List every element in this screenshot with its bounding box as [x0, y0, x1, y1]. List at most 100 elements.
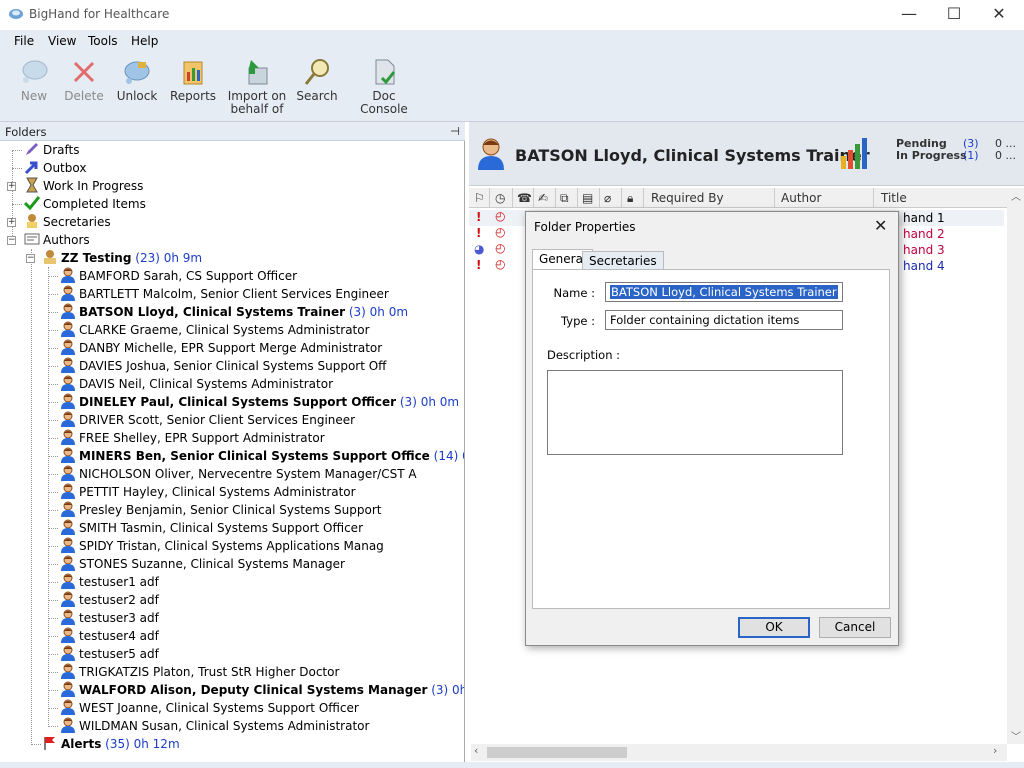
- scroll-left-icon[interactable]: ‹: [474, 744, 478, 757]
- maximize-button[interactable]: ☐: [931, 0, 977, 30]
- scroll-up-icon[interactable]: ︿: [1011, 188, 1021, 203]
- pin-icon[interactable]: ⊣: [450, 124, 460, 138]
- menu-file[interactable]: File: [14, 34, 34, 48]
- horizontal-scrollbar[interactable]: ‹ ›: [471, 744, 1007, 761]
- lock-column-icon[interactable]: 🔒︎: [627, 191, 633, 206]
- list-item-title[interactable]: hand 3: [903, 243, 945, 257]
- flag-column-icon[interactable]: ⚐: [474, 191, 485, 205]
- author-item[interactable]: SMITH Tasmin, Clinical Systems Support O…: [48, 519, 363, 537]
- doc-console-icon: [375, 59, 396, 85]
- author-name-label: DANBY Michelle, EPR Support Merge Admini…: [79, 341, 383, 355]
- statistics-chart-icon[interactable]: [839, 136, 871, 170]
- collapse-authors-icon[interactable]: −: [7, 236, 16, 245]
- folder-outbox[interactable]: Outbox: [24, 159, 86, 177]
- author-item[interactable]: WILDMAN Susan, Clinical Systems Administ…: [48, 717, 369, 735]
- close-window-button[interactable]: ✕: [976, 0, 1022, 30]
- author-item[interactable]: DAVIS Neil, Clinical Systems Administrat…: [48, 375, 333, 393]
- clipboard-column-icon[interactable]: ▤: [582, 191, 593, 205]
- person-icon: [61, 681, 75, 697]
- author-column[interactable]: Author: [781, 191, 821, 205]
- list-item-title[interactable]: hand 2: [903, 227, 945, 241]
- menu-help[interactable]: Help: [131, 34, 158, 48]
- in-progress-time: 0 ...: [995, 149, 1016, 162]
- cancel-button[interactable]: Cancel: [819, 617, 891, 638]
- new-button[interactable]: New: [14, 56, 54, 103]
- author-item[interactable]: DINELEY Paul, Clinical Systems Support O…: [48, 393, 459, 411]
- timer-column-icon[interactable]: ◷: [495, 191, 505, 205]
- author-item[interactable]: MINERS Ben, Senior Clinical Systems Supp…: [48, 447, 464, 465]
- search-button[interactable]: Search: [296, 56, 338, 103]
- author-name-label: WEST Joanne, Clinical Systems Support Of…: [79, 701, 359, 715]
- folder-secretaries[interactable]: Secretaries: [24, 213, 111, 231]
- folder-alerts[interactable]: Alerts (35) 0h 12m: [42, 735, 180, 753]
- type-field[interactable]: Folder containing dictation items: [605, 310, 843, 330]
- pencil-icon: [26, 143, 38, 155]
- minimize-button[interactable]: —: [886, 0, 932, 30]
- phone-column-icon[interactable]: ☎: [517, 191, 532, 205]
- list-item-title[interactable]: hand 1: [903, 211, 945, 225]
- folder-authors[interactable]: Authors: [24, 231, 90, 249]
- overdue-clock-icon: ◴: [495, 209, 506, 223]
- person-icon: [61, 717, 75, 733]
- author-item[interactable]: DRIVER Scott, Senior Client Services Eng…: [48, 411, 356, 429]
- unlock-icon: [124, 61, 150, 84]
- author-item[interactable]: DAVIES Joshua, Senior Clinical Systems S…: [48, 357, 386, 375]
- author-item[interactable]: BATSON Lloyd, Clinical Systems Trainer (…: [48, 303, 408, 321]
- author-item[interactable]: BARTLETT Malcolm, Senior Client Services…: [48, 285, 389, 303]
- doc-console-button[interactable]: Doc Console: [348, 56, 420, 116]
- tab-secretaries[interactable]: Secretaries: [582, 251, 664, 271]
- person-icon: [61, 393, 75, 409]
- author-item[interactable]: CLARKE Graeme, Clinical Systems Administ…: [48, 321, 370, 339]
- import-on-behalf-button[interactable]: Import on behalf of: [226, 56, 288, 116]
- vertical-scrollbar[interactable]: ︿ ﹀: [1007, 188, 1024, 744]
- author-name-label: TRIGKATZIS Platon, Trust StR Higher Doct…: [79, 665, 340, 679]
- menu-tools[interactable]: Tools: [88, 34, 118, 48]
- menu-view[interactable]: View: [48, 34, 76, 48]
- author-item[interactable]: TRIGKATZIS Platon, Trust StR Higher Doct…: [48, 663, 340, 681]
- author-item[interactable]: SPIDY Tristan, Clinical Systems Applicat…: [48, 537, 384, 555]
- author-item[interactable]: WEST Joanne, Clinical Systems Support Of…: [48, 699, 359, 717]
- group-zz-testing[interactable]: ZZ Testing (23) 0h 9m: [42, 249, 202, 267]
- folder-completed-items[interactable]: Completed Items: [24, 195, 146, 213]
- ok-button[interactable]: OK: [738, 617, 810, 638]
- author-item[interactable]: PETTIT Hayley, Clinical Systems Administ…: [48, 483, 356, 501]
- author-item[interactable]: BAMFORD Sarah, CS Support Officer: [48, 267, 297, 285]
- person-icon: [61, 411, 75, 427]
- unlock-button[interactable]: Unlock: [114, 56, 160, 103]
- author-item[interactable]: NICHOLSON Oliver, Nervecentre System Man…: [48, 465, 417, 483]
- author-item[interactable]: Presley Benjamin, Senior Clinical System…: [48, 501, 382, 519]
- overdue-clock-icon: ◴: [495, 241, 506, 255]
- title-column[interactable]: Title: [881, 191, 907, 205]
- copy-column-icon[interactable]: ⧉: [560, 191, 569, 206]
- name-field[interactable]: BATSON Lloyd, Clinical Systems Trainer: [605, 282, 843, 302]
- author-item[interactable]: testuser5 adf: [48, 645, 159, 663]
- collapse-zz-testing-icon[interactable]: −: [26, 254, 35, 263]
- author-item[interactable]: testuser3 adf: [48, 609, 159, 627]
- scroll-right-icon[interactable]: ›: [993, 744, 997, 757]
- reports-button[interactable]: Reports: [170, 56, 216, 103]
- folder-work-in-progress[interactable]: Work In Progress: [24, 177, 143, 195]
- author-name-label: MINERS Ben, Senior Clinical Systems Supp…: [79, 449, 430, 463]
- author-item[interactable]: testuser4 adf: [48, 627, 159, 645]
- author-item[interactable]: testuser1 adf: [48, 573, 159, 591]
- attachment-column-icon[interactable]: ⌀: [604, 191, 611, 205]
- author-name-label: testuser2 adf: [79, 593, 159, 607]
- scroll-down-icon[interactable]: ﹀: [1011, 728, 1021, 743]
- signature-column-icon[interactable]: ✍: [538, 191, 548, 205]
- bighand-logo-icon: [9, 9, 23, 19]
- author-item[interactable]: WALFORD Alison, Deputy Clinical Systems …: [48, 681, 464, 699]
- author-item[interactable]: FREE Shelley, EPR Support Administrator: [48, 429, 325, 447]
- scroll-thumb[interactable]: [487, 747, 627, 758]
- expand-wip-icon[interactable]: +: [7, 182, 16, 191]
- list-item-title[interactable]: hand 4: [903, 259, 945, 273]
- author-name-label: DRIVER Scott, Senior Client Services Eng…: [79, 413, 356, 427]
- required-by-column[interactable]: Required By: [651, 191, 724, 205]
- author-item[interactable]: testuser2 adf: [48, 591, 159, 609]
- author-item[interactable]: DANBY Michelle, EPR Support Merge Admini…: [48, 339, 383, 357]
- author-item[interactable]: STONES Suzanne, Clinical Systems Manager: [48, 555, 345, 573]
- description-field[interactable]: [547, 370, 843, 455]
- folder-drafts[interactable]: Drafts: [24, 141, 80, 159]
- delete-button[interactable]: Delete: [64, 56, 104, 103]
- expand-secretaries-icon[interactable]: +: [7, 218, 16, 227]
- dialog-close-button[interactable]: ✕: [874, 216, 887, 235]
